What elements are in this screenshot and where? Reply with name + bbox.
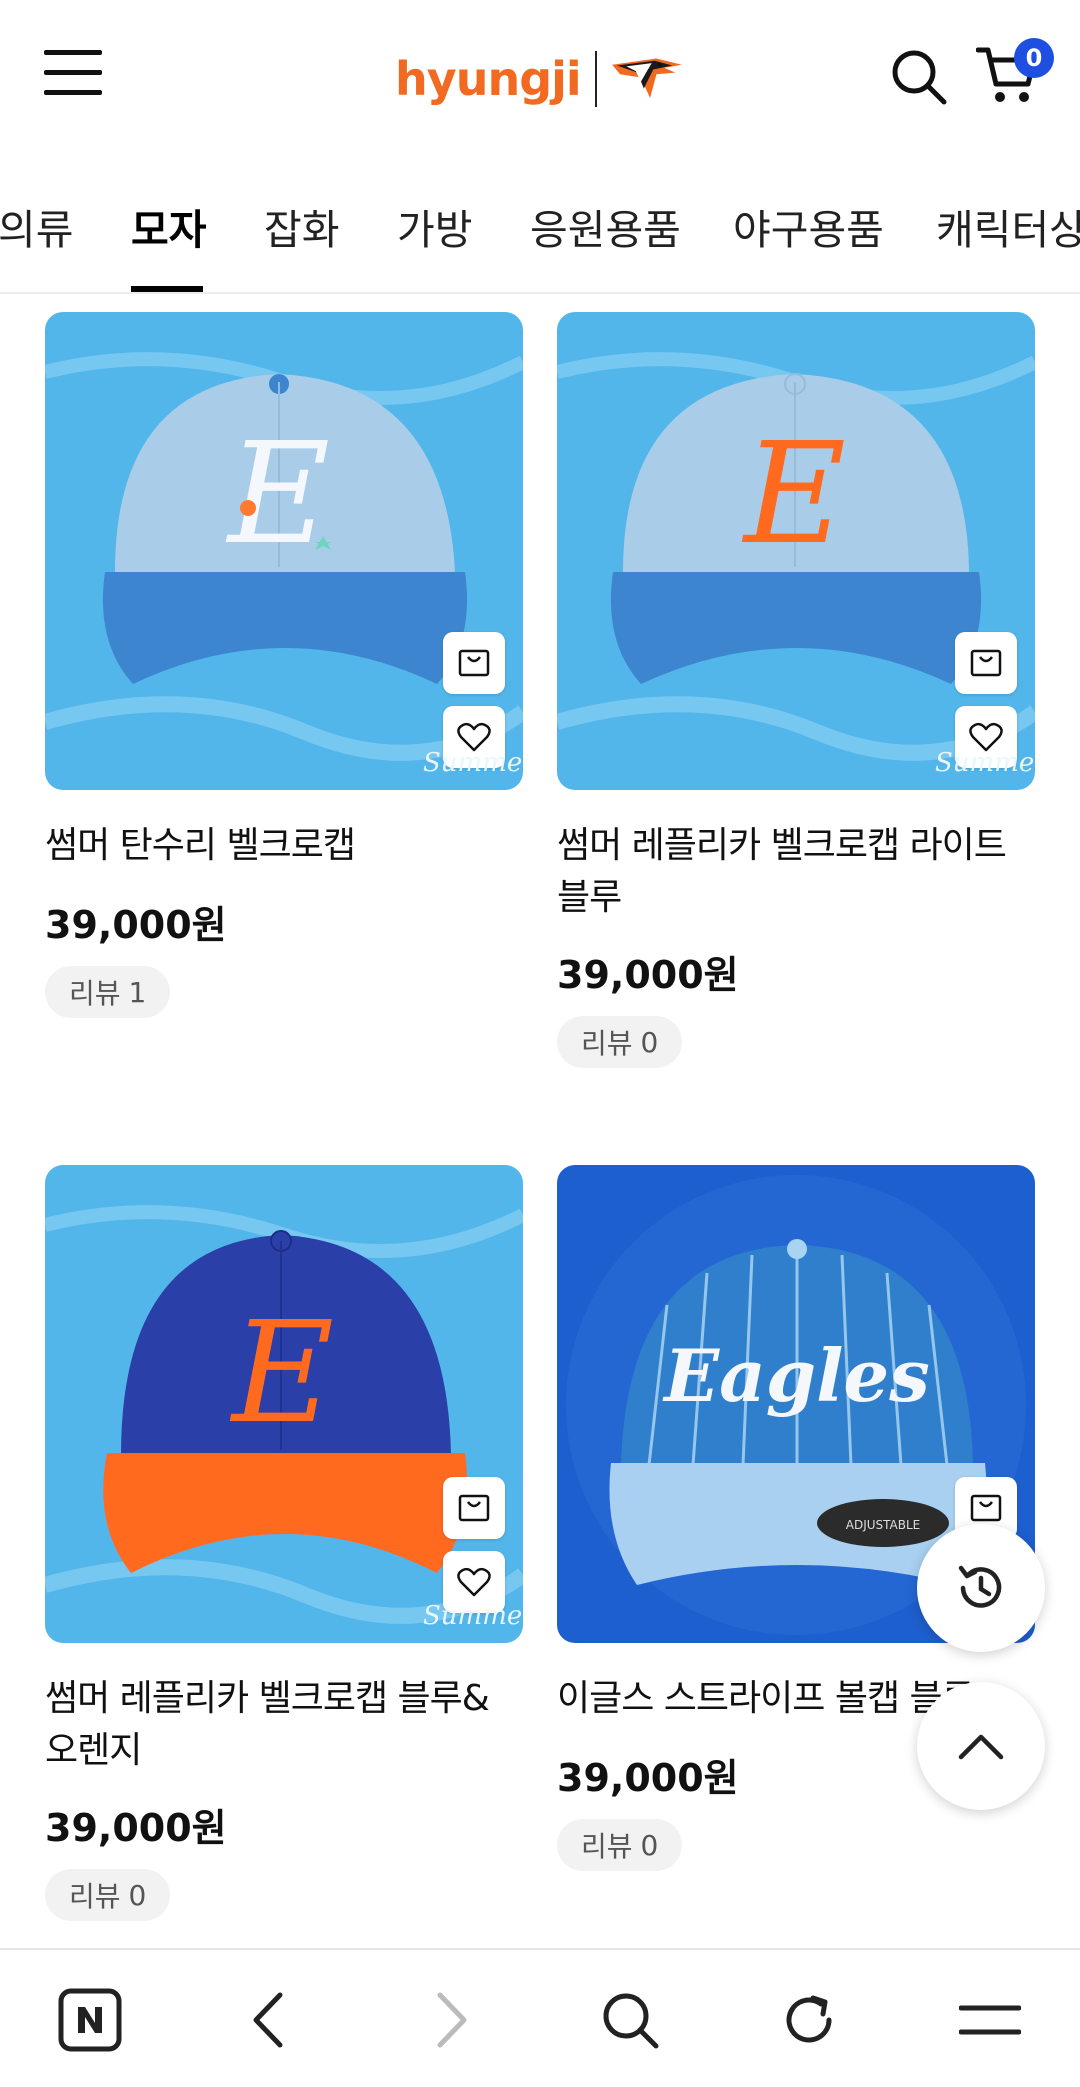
svg-text:E: E xyxy=(741,413,846,576)
tab-bags[interactable]: 가방 xyxy=(397,196,472,292)
heart-icon xyxy=(457,1567,491,1597)
product-image[interactable]: E Summer xyxy=(45,1165,523,1643)
review-count: 0 xyxy=(128,1878,147,1912)
cart-count-badge: 0 xyxy=(1014,38,1054,78)
logo-text: hyungji xyxy=(395,52,582,106)
tab-hats[interactable]: 모자 xyxy=(131,196,206,292)
tab-goods[interactable]: 잡화 xyxy=(264,196,339,292)
app-header: hyungji 0 xyxy=(0,0,1080,150)
add-to-cart-button[interactable] xyxy=(955,632,1017,694)
shopping-bag-icon xyxy=(458,1494,490,1522)
summer-badge: Summer xyxy=(935,748,1035,778)
forward-button[interactable] xyxy=(416,1984,488,2056)
tab-clothing[interactable]: 의류 xyxy=(0,196,73,292)
review-count: 0 xyxy=(640,1828,659,1862)
cap-eagles-text: Eagles xyxy=(662,1333,930,1418)
hamburger-icon[interactable] xyxy=(44,50,102,96)
shopping-bag-icon xyxy=(458,649,490,677)
review-count: 0 xyxy=(640,1025,659,1059)
summer-badge: Summer xyxy=(423,748,523,778)
product-name[interactable]: 썸머 탄수리 벨크로캡 xyxy=(45,820,523,872)
add-to-cart-button[interactable] xyxy=(443,1477,505,1539)
chevron-left-icon xyxy=(253,1992,283,2048)
scroll-to-top-button[interactable] xyxy=(917,1682,1045,1810)
browser-search-button[interactable] xyxy=(594,1984,666,2056)
chevron-right-icon xyxy=(437,1992,467,2048)
eagle-logo-icon xyxy=(612,58,682,98)
review-badge: 리뷰 0 xyxy=(557,1819,683,1871)
review-label: 리뷰 xyxy=(69,1880,121,1913)
adjustable-tag: ADJUSTABLE xyxy=(846,1518,921,1532)
review-badge: 리뷰 0 xyxy=(557,1016,683,1068)
svg-text:E: E xyxy=(229,1292,334,1455)
review-label: 리뷰 xyxy=(581,1027,633,1060)
product-card[interactable]: E Summer 썸머 탄수리 벨크로캡 39,000원 리뷰 1 xyxy=(45,312,523,1032)
review-label: 리뷰 xyxy=(581,1830,633,1863)
browser-bottom-bar xyxy=(0,1948,1080,2087)
category-tabs: 의류 모자 잡화 가방 응원용품 야구용품 캐릭터상품 xyxy=(0,186,1080,294)
product-card[interactable]: E Summer 썸머 레플리카 벨크로캡 라이트 블루 39,000원 리뷰 … xyxy=(557,312,1035,1072)
product-card[interactable]: E Summer 썸머 레플리카 벨크로캡 블루& 오렌지 39,000원 리뷰… xyxy=(45,1165,523,1925)
product-name[interactable]: 썸머 레플리카 벨크로캡 라이트 블루 xyxy=(557,820,1035,924)
review-badge: 리뷰 1 xyxy=(45,966,171,1018)
product-price: 39,000원 xyxy=(45,1806,227,1850)
naver-n-icon xyxy=(58,1988,122,2052)
tab-cheering[interactable]: 응원용품 xyxy=(530,196,681,292)
back-button[interactable] xyxy=(232,1984,304,2056)
review-count: 1 xyxy=(128,975,147,1009)
product-price: 39,000원 xyxy=(557,1756,739,1800)
product-image[interactable]: E Summer xyxy=(557,312,1035,790)
shopping-bag-icon xyxy=(970,1494,1002,1522)
svg-text:E: E xyxy=(225,413,330,576)
shopping-bag-icon xyxy=(970,649,1002,677)
logo-divider xyxy=(594,51,598,107)
product-price: 39,000원 xyxy=(557,953,739,997)
naver-home-button[interactable] xyxy=(54,1984,126,2056)
summer-badge: Summer xyxy=(423,1601,523,1631)
product-price: 39,000원 xyxy=(45,903,227,947)
active-tab-indicator xyxy=(131,286,203,292)
review-label: 리뷰 xyxy=(69,977,121,1010)
tab-characters[interactable]: 캐릭터상품 xyxy=(936,196,1080,292)
product-name[interactable]: 썸머 레플리카 벨크로캡 블루& 오렌지 xyxy=(45,1673,523,1777)
history-icon xyxy=(958,1565,1002,1608)
review-badge: 리뷰 0 xyxy=(45,1869,171,1921)
brand-logo[interactable]: hyungji xyxy=(395,44,685,114)
refresh-button[interactable] xyxy=(773,1984,845,2056)
menu-icon xyxy=(959,2005,1021,2035)
search-icon[interactable] xyxy=(890,48,948,106)
browser-menu-button[interactable] xyxy=(954,1984,1026,2056)
search-icon xyxy=(603,1993,659,2049)
refresh-icon xyxy=(786,1995,832,2043)
chevron-up-icon xyxy=(958,1734,1004,1760)
product-image[interactable]: E Summer xyxy=(45,312,523,790)
recent-history-button[interactable] xyxy=(917,1524,1045,1652)
tab-baseball[interactable]: 야구용품 xyxy=(733,196,884,292)
add-to-cart-button[interactable] xyxy=(443,632,505,694)
